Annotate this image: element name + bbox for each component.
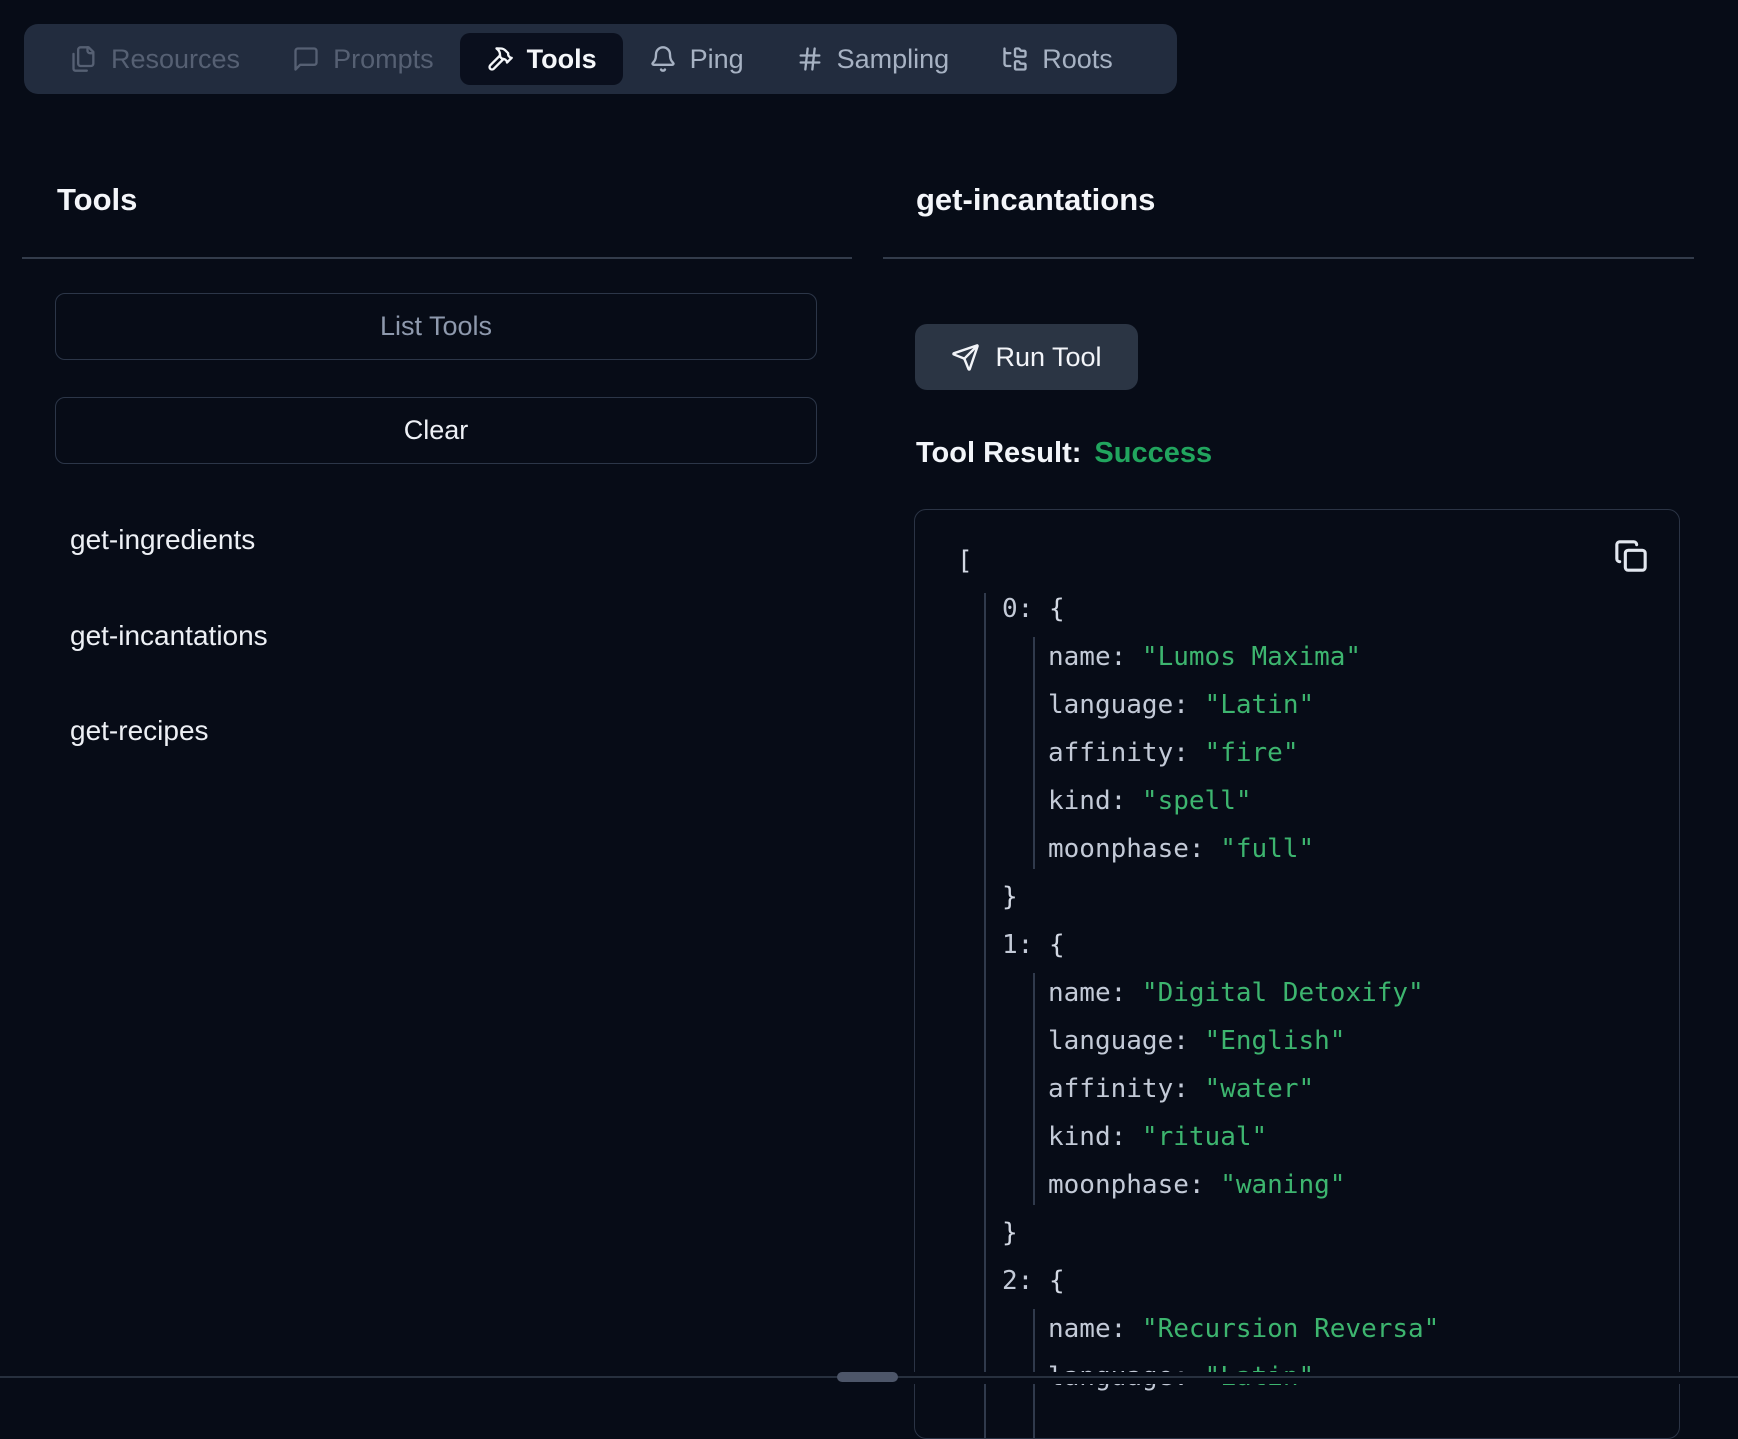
clear-button[interactable]: Clear xyxy=(55,397,817,464)
json-line: moonphase: "waning" xyxy=(1048,1161,1345,1209)
json-value: "Digital Detoxify" xyxy=(1142,978,1424,1008)
indent-guide xyxy=(1033,973,1035,1205)
run-tool-label: Run Tool xyxy=(995,342,1101,373)
tab-roots[interactable]: Roots xyxy=(975,33,1139,85)
tool-detail-divider xyxy=(883,257,1694,259)
json-line: 0: { xyxy=(1002,585,1065,633)
json-line: affinity: "fire" xyxy=(1048,729,1298,777)
json-value: "water" xyxy=(1205,1074,1315,1104)
json-brace: { xyxy=(1049,594,1065,624)
tab-label: Tools xyxy=(527,44,597,75)
json-index: 0: xyxy=(1002,594,1049,624)
json-key: moonphase: xyxy=(1048,834,1220,864)
json-line: } xyxy=(1002,1209,1018,1257)
indent-guide xyxy=(984,593,986,1439)
horizontal-scrollbar xyxy=(0,1372,1738,1384)
json-brace: } xyxy=(1002,882,1018,912)
json-key: moonphase: xyxy=(1048,1170,1220,1200)
json-line: } xyxy=(1002,873,1018,921)
scrollbar-thumb[interactable] xyxy=(837,1372,898,1382)
json-value: "English" xyxy=(1205,1026,1346,1056)
json-line: kind: "spell" xyxy=(1048,777,1252,825)
json-line: name: "Digital Detoxify" xyxy=(1048,969,1424,1017)
copy-button[interactable] xyxy=(1609,534,1653,578)
tab-bar: Resources Prompts Tools Ping Sampling Roots xyxy=(24,24,1177,94)
tool-result-label: Tool Result: xyxy=(916,437,1081,469)
json-bracket: [ xyxy=(957,546,973,576)
tool-list-item-get-incantations[interactable]: get-incantations xyxy=(70,616,268,656)
json-brace: } xyxy=(1002,1218,1018,1248)
hammer-icon xyxy=(486,45,514,73)
run-tool-button[interactable]: Run Tool xyxy=(915,324,1138,390)
json-line: affinity: "water" xyxy=(1048,1065,1314,1113)
bell-icon xyxy=(649,45,677,73)
tab-tools[interactable]: Tools xyxy=(460,33,623,85)
json-line: [ xyxy=(957,537,973,585)
json-value: "waning" xyxy=(1220,1170,1345,1200)
json-key: language: xyxy=(1048,690,1205,720)
tab-sampling[interactable]: Sampling xyxy=(770,33,976,85)
tool-list-item-get-ingredients[interactable]: get-ingredients xyxy=(70,520,255,560)
json-line: 1: { xyxy=(1002,921,1065,969)
message-square-icon xyxy=(292,45,320,73)
json-value: "Latin" xyxy=(1205,690,1315,720)
list-tools-button[interactable]: List Tools xyxy=(55,293,817,360)
tool-result-status: Success xyxy=(1094,437,1212,469)
json-line: 2: { xyxy=(1002,1257,1065,1305)
json-key: name: xyxy=(1048,642,1142,672)
json-line: moonphase: "full" xyxy=(1048,825,1314,873)
tab-label: Prompts xyxy=(333,44,434,75)
json-value: "spell" xyxy=(1142,786,1252,816)
json-line: kind: "ritual" xyxy=(1048,1113,1267,1161)
tools-panel-divider xyxy=(22,257,852,259)
json-key: affinity: xyxy=(1048,738,1205,768)
tool-result-line: Tool Result: Success xyxy=(916,437,1212,470)
json-line: language: "Latin" xyxy=(1048,681,1314,729)
json-line: language: "English" xyxy=(1048,1017,1345,1065)
send-icon xyxy=(951,343,980,372)
tool-detail-title: get-incantations xyxy=(916,182,1155,218)
json-index: 2: xyxy=(1002,1266,1049,1296)
tools-panel-title: Tools xyxy=(57,182,137,218)
json-value: "Recursion Reversa" xyxy=(1142,1314,1439,1344)
indent-guide xyxy=(1033,637,1035,869)
json-value: "fire" xyxy=(1205,738,1299,768)
json-index: 1: xyxy=(1002,930,1049,960)
json-brace: { xyxy=(1049,1266,1065,1296)
tab-label: Resources xyxy=(111,44,240,75)
json-key: kind: xyxy=(1048,786,1142,816)
json-brace: { xyxy=(1049,930,1065,960)
tab-prompts[interactable]: Prompts xyxy=(266,33,460,85)
json-key: name: xyxy=(1048,978,1142,1008)
tab-ping[interactable]: Ping xyxy=(623,33,770,85)
json-value: "ritual" xyxy=(1142,1122,1267,1152)
json-key: name: xyxy=(1048,1314,1142,1344)
json-key: affinity: xyxy=(1048,1074,1205,1104)
send-icon xyxy=(951,343,980,372)
json-line: name: "Lumos Maxima" xyxy=(1048,633,1361,681)
tab-label: Sampling xyxy=(837,44,950,75)
tab-resources[interactable]: Resources xyxy=(44,33,266,85)
copy-icon xyxy=(1614,539,1648,573)
json-key: kind: xyxy=(1048,1122,1142,1152)
tool-list-item-get-recipes[interactable]: get-recipes xyxy=(70,711,209,751)
json-key: language: xyxy=(1048,1026,1205,1056)
files-icon xyxy=(70,45,98,73)
folder-tree-icon xyxy=(1001,45,1029,73)
json-value: "Lumos Maxima" xyxy=(1142,642,1361,672)
tool-result-box: [0: {name: "Lumos Maxima"language: "Lati… xyxy=(914,509,1680,1439)
tab-label: Ping xyxy=(690,44,744,75)
json-value: "full" xyxy=(1220,834,1314,864)
tab-label: Roots xyxy=(1042,44,1113,75)
hash-icon xyxy=(796,45,824,73)
json-line: name: "Recursion Reversa" xyxy=(1048,1305,1439,1353)
